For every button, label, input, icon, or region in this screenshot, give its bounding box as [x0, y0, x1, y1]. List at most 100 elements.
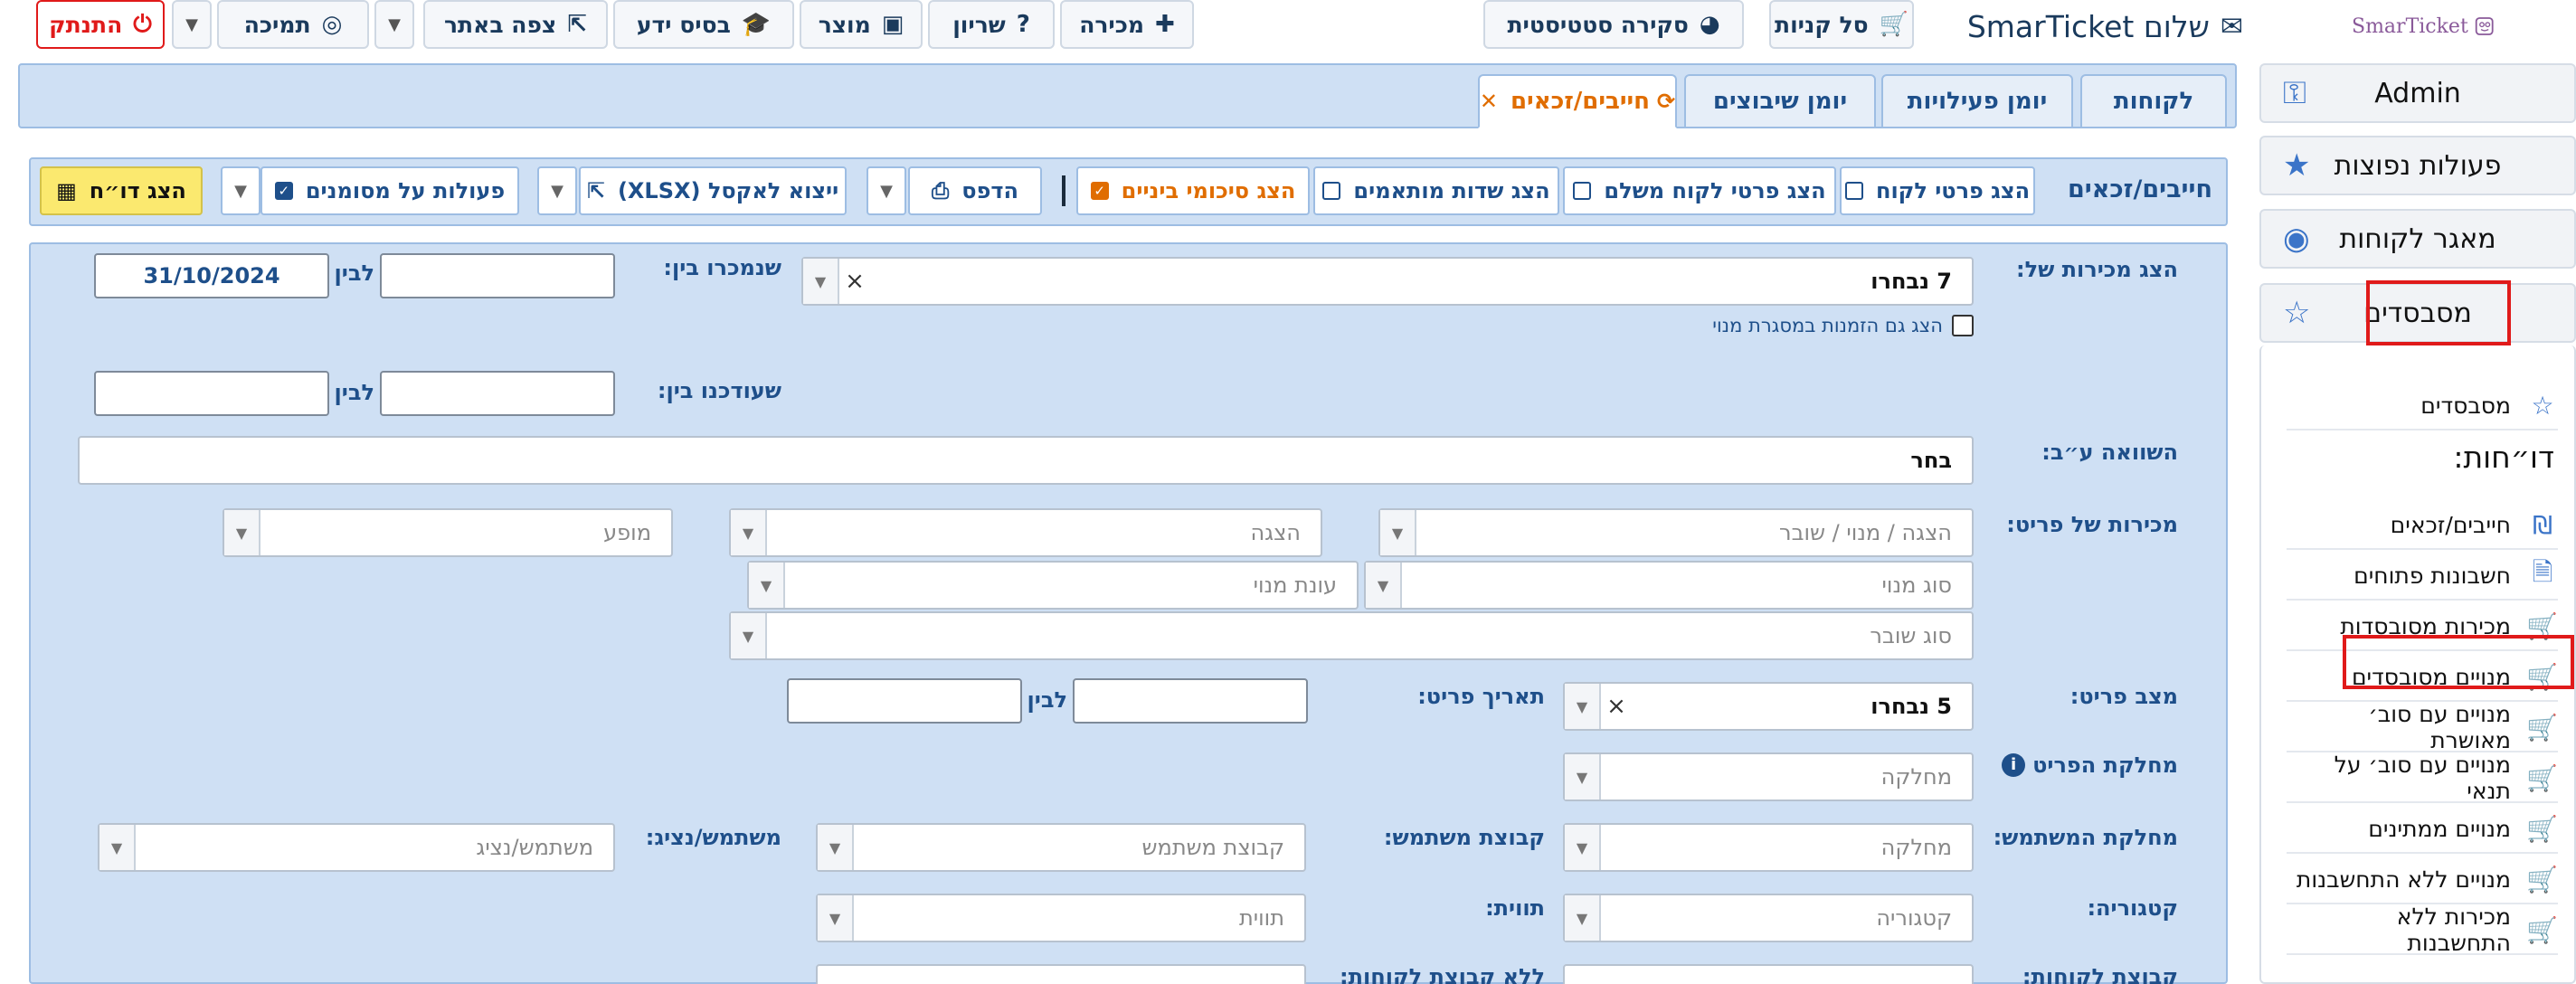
- tab-debts[interactable]: ⟳ חייבים/זכאים ✕: [1478, 74, 1677, 128]
- item-department-select[interactable]: מחלקה ▼: [1563, 752, 1974, 801]
- show-select[interactable]: הצגה ▼: [729, 508, 1322, 557]
- chevron-down-icon[interactable]: ▼: [1565, 825, 1601, 870]
- user-department-select[interactable]: מחלקה ▼: [1563, 823, 1974, 872]
- item-date-to[interactable]: [787, 678, 1022, 724]
- custom-fields-toggle[interactable]: הצג שדות מותאמים: [1313, 166, 1559, 215]
- sidebar-common-actions[interactable]: ★ פעולות נפוצות: [2259, 136, 2576, 195]
- updated-from-input[interactable]: [380, 371, 615, 416]
- close-icon[interactable]: ✕: [1480, 89, 1498, 114]
- sidebar-report-link[interactable]: 🗎 חשבונות פתוחים: [2287, 552, 2558, 601]
- sidebar-report-link[interactable]: 🛒 מנויים ללא התחשבנות: [2287, 856, 2558, 904]
- sold-to-input[interactable]: 31/10/2024: [94, 253, 329, 298]
- chevron-down-icon[interactable]: ▼: [731, 613, 767, 658]
- view-site-button[interactable]: ⇱ צפה באתר: [423, 0, 608, 49]
- chevron-down-icon[interactable]: ▼: [1565, 684, 1601, 729]
- marked-actions-button[interactable]: פעולות על מסומנים ✓: [260, 166, 519, 215]
- item-status-select[interactable]: 5 נבחרו × ▼: [1563, 682, 1974, 731]
- envelope-icon[interactable]: ✉: [2221, 11, 2243, 43]
- greeting-text: שלום SmarTicket: [1966, 8, 2210, 44]
- clear-icon[interactable]: ×: [1601, 693, 1632, 720]
- graduation-cap-icon: 🎓: [741, 11, 772, 38]
- item-date-from[interactable]: [1073, 678, 1308, 724]
- sidebar-customers[interactable]: ◉ מאגר לקוחות: [2259, 209, 2576, 269]
- chevron-down-icon[interactable]: ▼: [224, 510, 260, 555]
- marked-actions-dropdown[interactable]: ▼: [221, 166, 260, 215]
- sidebar-report-link[interactable]: 🛒 מנויים עם סוב׳ מאושרת: [2287, 701, 2558, 753]
- show-payer-toggle[interactable]: הצג פרטי לקוח משלם: [1563, 166, 1836, 215]
- sidebar-report-link[interactable]: 🛒 מנויים ממתינים: [2287, 805, 2558, 854]
- app-logo[interactable]: SmarTicket: [2352, 0, 2496, 52]
- cart-icon: 🛒: [2526, 864, 2558, 894]
- category-select[interactable]: קטגוריה ▼: [1563, 894, 1974, 942]
- show-customer-toggle[interactable]: הצג פרטי לקוח: [1840, 166, 2035, 215]
- clear-icon[interactable]: ×: [839, 268, 870, 295]
- label-select[interactable]: תווית ▼: [816, 894, 1306, 942]
- sold-from-input[interactable]: [380, 253, 615, 298]
- info-icon[interactable]: i: [2002, 753, 2026, 777]
- user-group-select[interactable]: קבוצת משתמש ▼: [816, 823, 1306, 872]
- compared-by-select[interactable]: בחר: [78, 436, 1974, 485]
- chevron-down-icon[interactable]: ▼: [749, 563, 785, 608]
- no-customer-group-select[interactable]: [816, 964, 1306, 984]
- sales-type-select[interactable]: 7 נבחרו × ▼: [801, 257, 1974, 306]
- sidebar-report-link[interactable]: 🛒 מכירות ללא התחשבנות: [2287, 904, 2558, 956]
- tab-placements-log[interactable]: יומן שיבוצים: [1684, 74, 1876, 128]
- support-dropdown[interactable]: ▼: [172, 0, 212, 49]
- chevron-down-icon[interactable]: ▼: [803, 259, 839, 304]
- sale-button[interactable]: ✚ מכירה: [1060, 0, 1194, 49]
- show-report-button[interactable]: הצג דו״ח ▦: [40, 166, 203, 215]
- performance-select[interactable]: מופע ▼: [223, 508, 673, 557]
- chevron-down-icon[interactable]: ▼: [818, 895, 854, 941]
- sub-type-select[interactable]: סוג מנוי ▼: [1364, 561, 1974, 610]
- include-subscriptions-checkbox[interactable]: הצג גם הזמנות במסגרת מנוי: [1712, 315, 1974, 336]
- tab-customers[interactable]: לקוחות: [2080, 74, 2227, 128]
- external-link-icon: ⇱: [586, 178, 605, 203]
- export-button[interactable]: ייצוא לאקסל (XLSX) ⇱: [579, 166, 847, 215]
- user-agent-select[interactable]: משתמש/נציג ▼: [98, 823, 615, 872]
- file-icon: 🗎: [2532, 557, 2553, 587]
- checkbox-icon: [1322, 182, 1341, 200]
- customer-group-select[interactable]: [1563, 964, 1974, 984]
- support-button[interactable]: ◎ תמיכה: [217, 0, 369, 49]
- reservation-button[interactable]: ? שריון: [928, 0, 1055, 49]
- checkbox-icon[interactable]: [1952, 315, 1974, 336]
- chevron-down-icon[interactable]: ▼: [1565, 895, 1601, 941]
- knowledge-base-button[interactable]: 🎓 בסיס ידע: [613, 0, 794, 49]
- label-updated-between: שעודכנו בין:: [657, 378, 781, 403]
- report-title: חייבים/זכאים: [2067, 175, 2212, 203]
- chevron-down-icon[interactable]: ▼: [818, 825, 854, 870]
- chevron-down-icon[interactable]: ▼: [731, 510, 767, 555]
- product-button[interactable]: ▣ מוצר: [800, 0, 923, 49]
- sidebar-admin[interactable]: ⚿ Admin: [2259, 63, 2576, 123]
- check-square-icon: ✓: [274, 182, 293, 200]
- chevron-down-icon[interactable]: ▼: [1380, 510, 1416, 555]
- refresh-icon[interactable]: ⟳: [1657, 89, 1675, 114]
- show-sub-voucher-select[interactable]: הצגה / מנוי / שובר ▼: [1378, 508, 1974, 557]
- sub-season-select[interactable]: עונת מנוי ▼: [747, 561, 1359, 610]
- sidebar-report-link[interactable]: 🛒 מנויים עם סוב׳ על תנאי: [2287, 752, 2558, 804]
- tab-activity-log[interactable]: יומן פעילויות: [1881, 74, 2073, 128]
- top-bar: SmarTicket ✉ שלום SmarTicket 🛒 סל קניות ◕…: [0, 0, 2576, 54]
- sidebar-link-subsidized[interactable]: ☆ מסבסדים: [2287, 382, 2558, 430]
- highlight-subsidized-subs: [2343, 635, 2574, 689]
- label-item-date: תאריך פריט:: [1417, 684, 1545, 709]
- sidebar-report-link[interactable]: ₪ חייבים/זכאים: [2287, 501, 2558, 550]
- stats-button[interactable]: ◕ סקירה סטטיסטית: [1483, 0, 1744, 49]
- print-dropdown[interactable]: ▼: [867, 166, 906, 215]
- printer-icon: ⎙: [932, 178, 950, 203]
- label-label: תווית:: [1485, 895, 1545, 921]
- view-site-dropdown[interactable]: ▼: [374, 0, 414, 49]
- export-dropdown[interactable]: ▼: [537, 166, 577, 215]
- chevron-down-icon[interactable]: ▼: [99, 825, 136, 870]
- logout-button[interactable]: ⏻ התנתק: [36, 0, 165, 49]
- key-icon: ⚿: [2283, 75, 2306, 111]
- chevron-down-icon[interactable]: ▼: [1565, 754, 1601, 800]
- cart-button[interactable]: 🛒 סל קניות: [1769, 0, 1914, 49]
- chevron-down-icon[interactable]: ▼: [1366, 563, 1402, 608]
- label-show-sales-of: הצג מכירות של:: [2015, 257, 2178, 282]
- updated-to-input[interactable]: [94, 371, 329, 416]
- subtotals-toggle[interactable]: הצג סיכומי ביניים ✓: [1076, 166, 1310, 215]
- voucher-type-select[interactable]: סוג שובר ▼: [729, 611, 1974, 660]
- print-button[interactable]: הדפס ⎙: [908, 166, 1042, 215]
- label-sold-between: שנמכרו בין:: [663, 255, 781, 280]
